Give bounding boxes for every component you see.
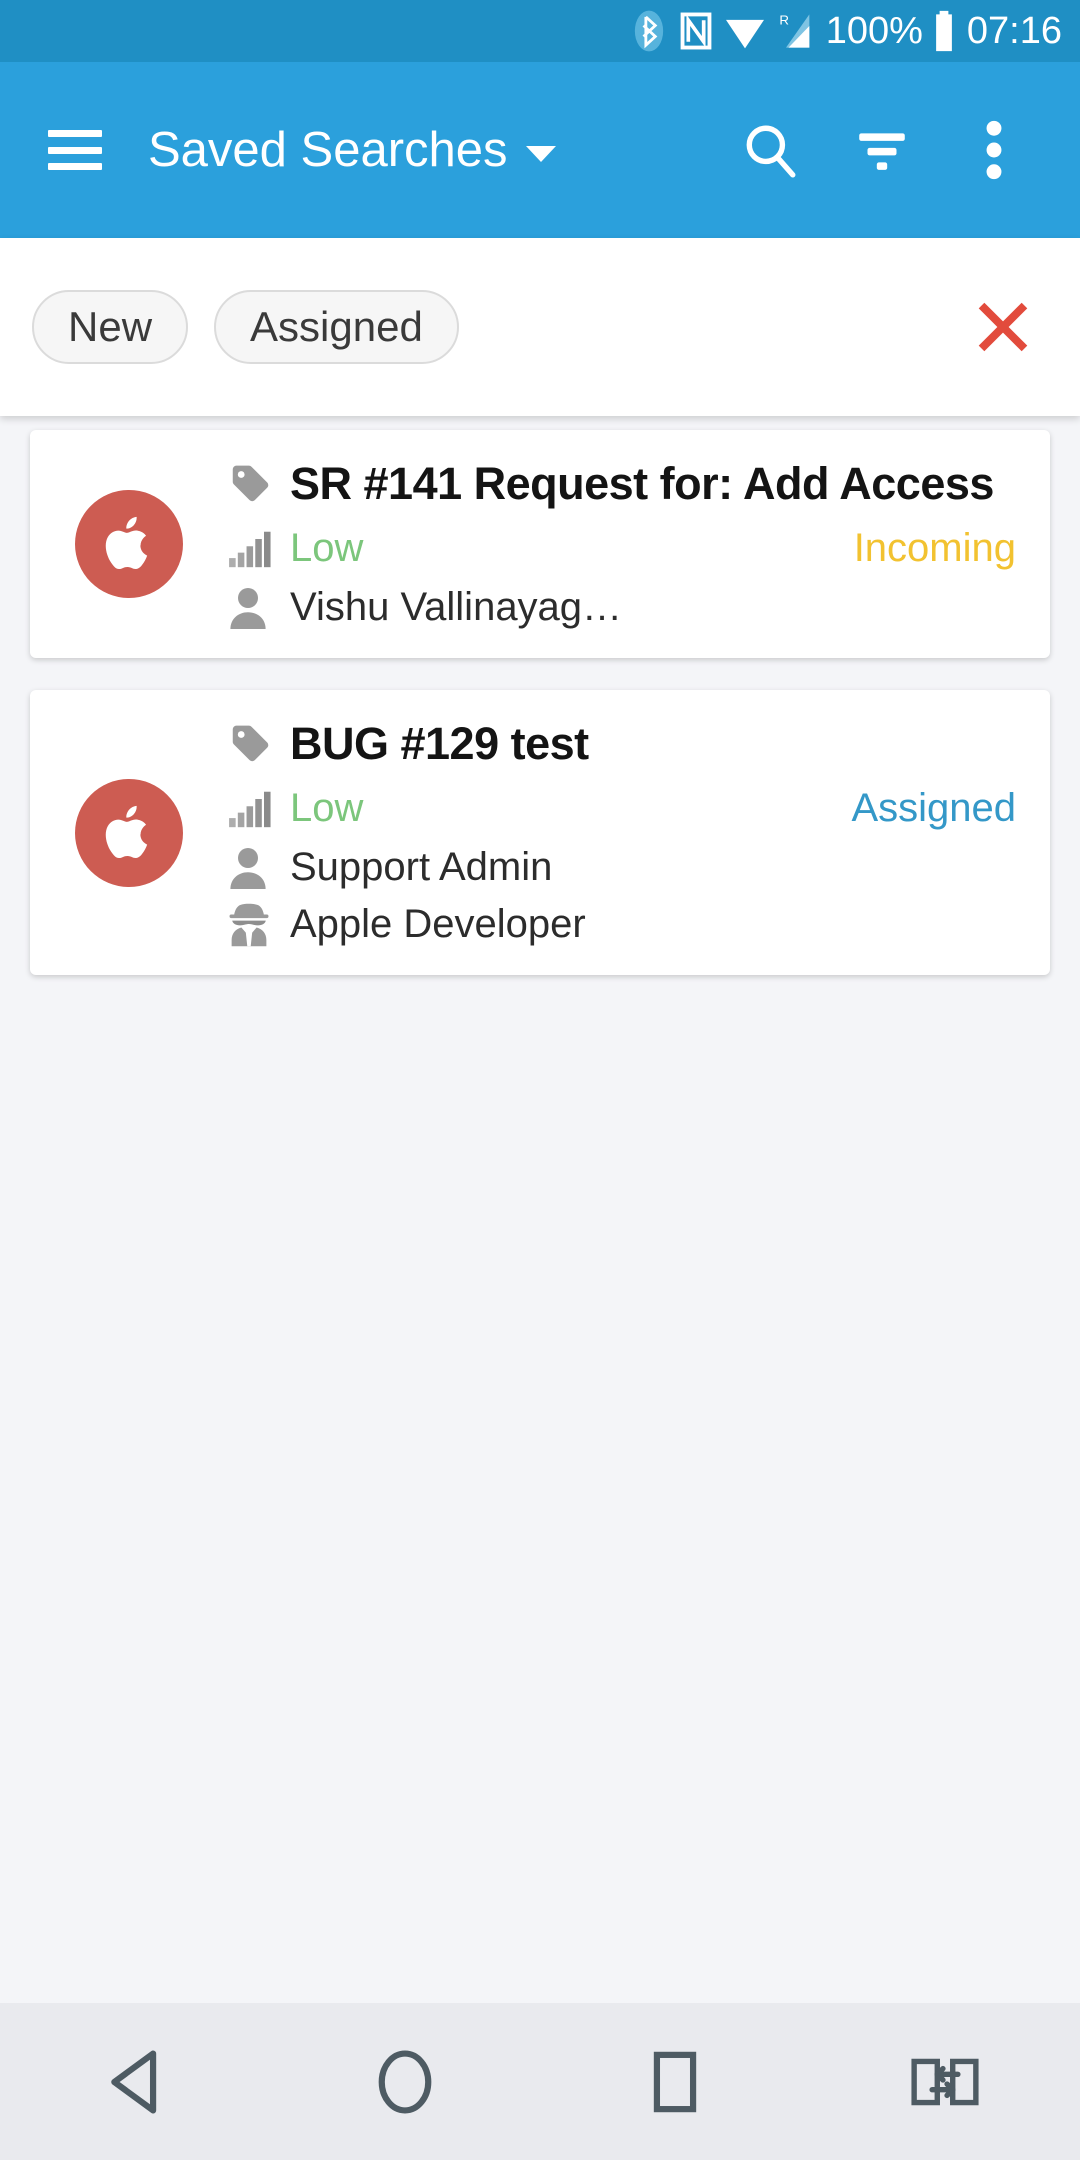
svg-text:R: R [779,12,789,27]
person-name: Support Admin [290,845,553,889]
card-body: BUG #129 test Low Assigned Support Admin… [228,718,1050,947]
person-icon [228,846,274,890]
card-body: SR #141 Request for: Add Access Low Inco… [228,458,1050,630]
status-bar: R 100% 07:16 [0,0,1080,62]
chevron-down-icon [525,146,556,162]
avatar-column [30,458,228,630]
status-badge: Assigned [851,786,1016,830]
page-title: Saved Searches [148,123,508,177]
signal-bars-icon [228,789,274,829]
person-icon [228,586,274,630]
clear-filters-button[interactable] [958,282,1048,372]
card-person-row: Vishu Vallinayag… [228,585,1016,630]
search-icon[interactable] [714,94,826,206]
wifi-icon [724,12,766,50]
more-vertical-icon[interactable] [938,94,1050,206]
home-circle-icon[interactable] [330,2027,480,2137]
apple-logo-icon [105,516,148,570]
priority-label: Low [290,786,364,830]
back-triangle-icon[interactable] [60,2027,210,2137]
person-name: Vishu Vallinayag… [290,585,623,629]
battery-full-icon [933,10,955,52]
detective-icon [228,903,274,947]
filter-chip-new[interactable]: New [32,290,189,364]
battery-percent-label: 100% [825,9,923,52]
chip-label: New [68,303,153,350]
filter-chip-assigned[interactable]: Assigned [214,290,459,364]
avatar [75,778,183,887]
saved-searches-dropdown[interactable]: Saved Searches [148,122,556,178]
priority-label: Low [290,526,364,570]
phone-screen: R 100% 07:16 Saved Searches New Assigned… [0,0,1080,2160]
avatar [75,490,183,598]
hamburger-menu-icon[interactable] [48,130,102,170]
tag-icon [228,722,274,766]
card-person-row: Support Admin [228,845,1016,890]
card-title-row: BUG #129 test [228,718,1016,770]
card-priority-row: Low Incoming [228,526,1016,571]
app-bar: Saved Searches [0,62,1080,238]
avatar-column [30,718,228,947]
chip-label: Assigned [250,303,423,350]
apple-logo-icon [105,805,148,858]
ticket-title: SR #141 Request for: Add Access [290,458,994,509]
filter-chip-bar: New Assigned [0,238,1080,416]
ticket-card[interactable]: SR #141 Request for: Add Access Low Inco… [30,430,1050,658]
nfc-icon [678,11,714,51]
person-name: Apple Developer [290,902,586,946]
app-bar-actions [714,94,1080,206]
card-person-row: Apple Developer [228,902,1016,947]
tag-icon [228,462,274,506]
status-badge: Incoming [853,526,1016,570]
ticket-title: BUG #129 test [290,718,589,769]
system-navigation-bar [0,2003,1080,2160]
bluetooth-icon [630,9,668,53]
filter-icon[interactable] [826,94,938,206]
switch-apps-icon[interactable] [870,2027,1020,2137]
ticket-card[interactable]: BUG #129 test Low Assigned Support Admin… [30,690,1050,975]
status-bar-clock: 07:16 [966,9,1062,52]
ticket-list: SR #141 Request for: Add Access Low Inco… [0,430,1080,1007]
card-priority-row: Low Assigned [228,786,1016,831]
signal-bars-icon [228,529,274,569]
recents-square-icon[interactable] [600,2027,750,2137]
cellular-signal-roaming-icon: R [776,11,816,51]
card-title-row: SR #141 Request for: Add Access [228,458,1016,510]
